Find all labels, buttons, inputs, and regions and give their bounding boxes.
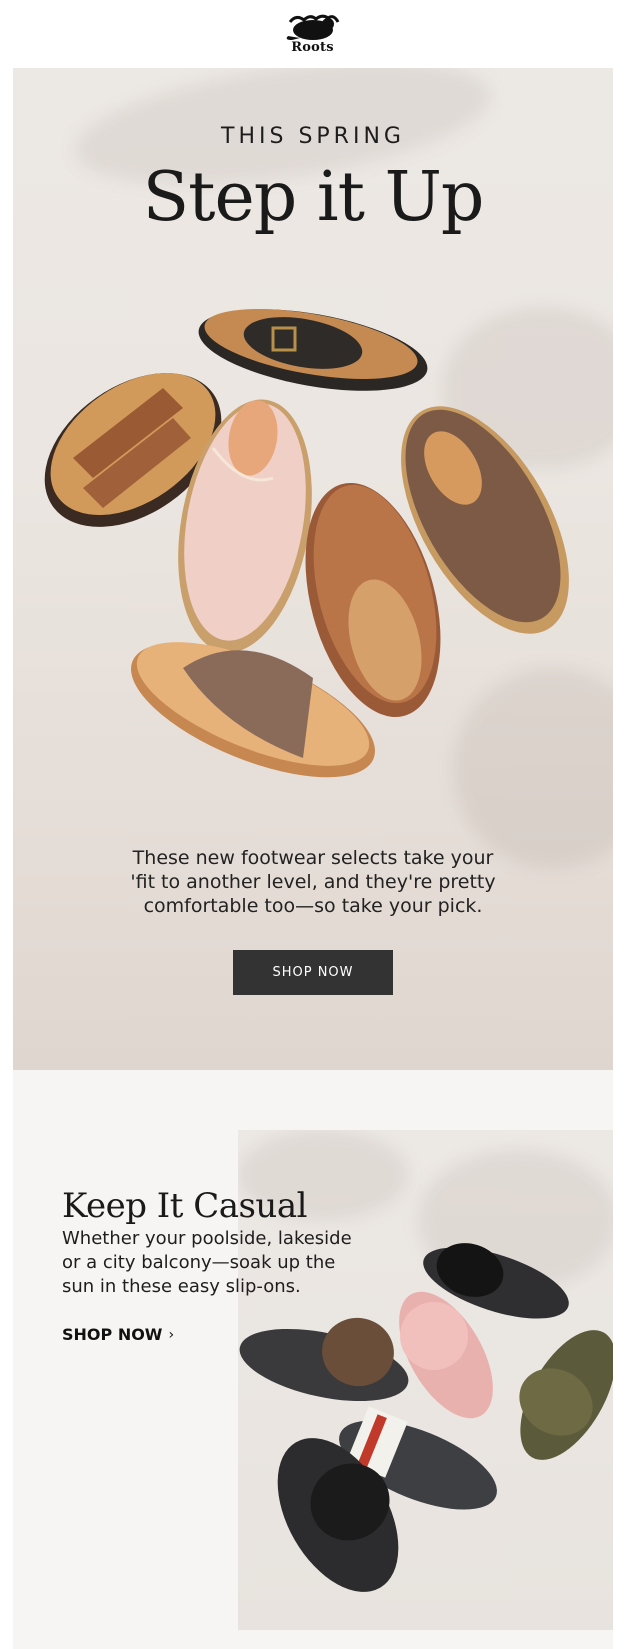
hero-title: Step it Up — [142, 158, 485, 237]
casual-copy-line: sun in these easy slip-ons. — [62, 1276, 301, 1297]
casual-title: Keep It Casual — [62, 1186, 307, 1226]
footwear-collection-image[interactable] — [13, 288, 613, 808]
beaver-logo-icon — [286, 14, 339, 40]
shop-now-button[interactable]: SHOP NOW — [233, 950, 393, 995]
hero-copy: These new footwear selects take your 'fi… — [13, 846, 613, 918]
thong-sandal-icon — [198, 309, 428, 391]
shop-now-link[interactable]: SHOP NOW › — [62, 1325, 174, 1344]
casual-section: Keep It Casual Whether your poolside, la… — [13, 1070, 613, 1649]
casual-copy-line: Whether your poolside, lakeside — [62, 1228, 352, 1249]
hero-copy-line: comfortable too—so take your pick. — [143, 895, 483, 917]
brand-logo[interactable]: Roots — [0, 0, 625, 68]
hero-copy-line: 'fit to another level, and they're prett… — [130, 871, 496, 893]
brand-wordmark: Roots — [291, 39, 334, 55]
casual-copy-line: or a city balcony—soak up the — [62, 1252, 336, 1273]
chevron-right-icon: › — [168, 1326, 175, 1343]
hero-eyebrow: THIS SPRING — [221, 124, 405, 149]
casual-copy: Whether your poolside, lakeside or a cit… — [62, 1227, 372, 1299]
shop-now-label: SHOP NOW — [62, 1325, 163, 1344]
hero-copy-line: These new footwear selects take your — [132, 847, 494, 869]
olive-slide-icon — [519, 1330, 613, 1460]
brown-strap-slide-icon — [239, 1317, 409, 1402]
hero-section: THIS SPRING Step it Up These new footwea… — [13, 68, 613, 1070]
